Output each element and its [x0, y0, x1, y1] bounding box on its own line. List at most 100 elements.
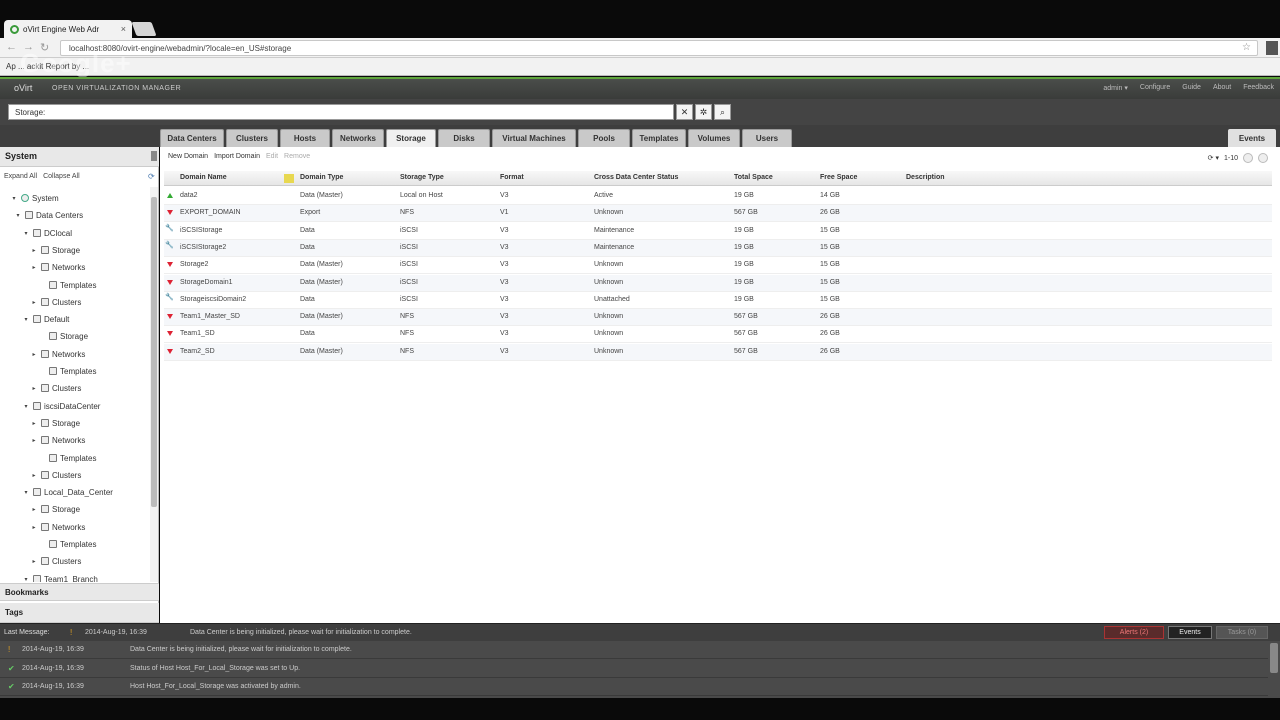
tree-node[interactable]: ▾ DClocal [22, 226, 72, 240]
col-total-space[interactable]: Total Space [734, 174, 773, 181]
tab-users[interactable]: Users [742, 129, 792, 147]
tree-node[interactable]: ▾ Data Centers [14, 208, 83, 222]
tree-arrow-icon[interactable]: ▸ [30, 506, 38, 513]
browser-tab[interactable]: oVirt Engine Web Adr × [4, 20, 132, 38]
tree-arrow-icon[interactable]: ▸ [30, 472, 38, 479]
tab-hosts[interactable]: Hosts [280, 129, 330, 147]
tree-arrow-icon[interactable]: ▸ [30, 264, 38, 271]
refresh-icon[interactable]: ⟳ ▾ [1208, 154, 1219, 162]
tree-node[interactable]: ▸ Networks [30, 520, 85, 534]
star-icon[interactable]: ☆ [1242, 42, 1251, 53]
tree-node[interactable]: Templates [38, 364, 96, 378]
tree-node[interactable]: ▾ Local_Data_Center [22, 485, 112, 499]
event-row[interactable]: ! 2014-Aug-19, 16:39 Data Center is being … [0, 641, 1268, 659]
tree-arrow-icon[interactable]: ▸ [30, 420, 38, 427]
tab-data-centers[interactable]: Data Centers [160, 129, 224, 147]
import-domain-button[interactable]: Import Domain [214, 153, 260, 160]
search-go-icon[interactable]: ⌕ [714, 104, 731, 120]
tab-volumes[interactable]: Volumes [688, 129, 740, 147]
tree-arrow-icon[interactable]: ▸ [30, 351, 38, 358]
tab-disks[interactable]: Disks [438, 129, 490, 147]
tree-arrow-icon[interactable]: ▸ [30, 558, 38, 565]
tree-node[interactable]: ▸ Clusters [30, 468, 81, 482]
col-format[interactable]: Format [500, 174, 524, 181]
tree-node[interactable]: ▸ Clusters [30, 381, 81, 395]
edit-button[interactable]: Edit [266, 153, 278, 160]
tree-node[interactable]: ▸ Clusters [30, 295, 81, 309]
tree-node[interactable]: Templates [38, 537, 96, 551]
table-row[interactable]: StorageDomain1 Data (Master) iSCSI V3 Unknow… [164, 274, 1272, 292]
table-row[interactable]: Team2_SD Data (Master) NFS V3 Unknown 567 GB 2… [164, 343, 1272, 361]
search-input[interactable] [8, 104, 674, 120]
tab-storage[interactable]: Storage [386, 129, 436, 147]
collapse-panel-icon[interactable] [151, 151, 157, 161]
next-page-icon[interactable] [1258, 153, 1268, 163]
tree-node[interactable]: Storage [38, 329, 88, 343]
events-button[interactable]: Events [1168, 626, 1212, 639]
tree-arrow-icon[interactable]: ▸ [30, 247, 38, 254]
col-cross-dc-status[interactable]: Cross Data Center Status [594, 174, 678, 181]
tree-node[interactable]: ▸ Networks [30, 347, 85, 361]
tree-node[interactable]: ▸ Storage [30, 243, 80, 257]
tree-arrow-icon[interactable]: ▾ [22, 576, 30, 583]
url-field[interactable]: localhost:8080/ovirt-engine/webadmin/?lo… [60, 40, 1258, 56]
tree-node[interactable]: ▾ Default [22, 312, 69, 326]
tree-node[interactable]: ▸ Storage [30, 502, 80, 516]
table-row[interactable]: Team1_SD Data NFS V3 Unknown 567 GB 26 GB [164, 326, 1272, 344]
table-row[interactable]: iSCSIStorage2 Data iSCSI V3 Maintenance 19 GB… [164, 239, 1272, 257]
alerts-button[interactable]: Alerts (2) [1104, 626, 1164, 639]
scrollbar-thumb[interactable] [151, 197, 157, 507]
tree-arrow-icon[interactable]: ▸ [30, 524, 38, 531]
configure-link[interactable]: Configure [1140, 84, 1170, 92]
tree-node[interactable]: ▾ System [10, 191, 58, 205]
table-row[interactable]: StorageiscsiDomain2 Data iSCSI V3 Unattached… [164, 292, 1272, 309]
tree-arrow-icon[interactable]: ▸ [30, 385, 38, 392]
col-domain-name[interactable]: Domain Name [180, 174, 227, 181]
col-domain-type[interactable]: Domain Type [300, 174, 343, 181]
events-scrollbar[interactable] [1270, 643, 1278, 673]
tree-arrow-icon[interactable]: ▸ [30, 437, 38, 444]
table-row[interactable]: iSCSIStorage Data iSCSI V3 Maintenance 19 GB 1… [164, 223, 1272, 240]
clear-search-icon[interactable]: ✕ [676, 104, 693, 120]
tree-arrow-icon[interactable]: ▾ [14, 212, 22, 219]
collapse-all-link[interactable]: Collapse All [43, 173, 80, 180]
tree-node[interactable]: ▾ iscsiDataCenter [22, 399, 100, 413]
new-domain-button[interactable]: New Domain [168, 153, 208, 160]
expand-all-link[interactable]: Expand All [4, 173, 37, 180]
event-row[interactable]: ✔ 2014-Aug-19, 16:39 Host Host_For_Local_S… [0, 678, 1268, 696]
bookmark-search-icon[interactable]: ✲ [695, 104, 712, 120]
event-row[interactable]: ✔ 2014-Aug-19, 16:39 Status of Host Host_F… [0, 660, 1268, 678]
col-storage-type[interactable]: Storage Type [400, 174, 444, 181]
bookmarks-section[interactable]: Bookmarks [0, 583, 159, 601]
tree-node[interactable]: Templates [38, 278, 96, 292]
col-free-space[interactable]: Free Space [820, 174, 857, 181]
tasks-button[interactable]: Tasks (0) [1216, 626, 1268, 639]
tree-refresh-icon[interactable]: ⟳ [148, 172, 155, 181]
tab-clusters[interactable]: Clusters [226, 129, 278, 147]
tree-node[interactable]: ▸ Storage [30, 416, 80, 430]
new-tab-button[interactable] [131, 22, 157, 36]
tree-node[interactable]: ▸ Clusters [30, 554, 81, 568]
tags-section[interactable]: Tags [0, 603, 159, 623]
tab-pools[interactable]: Pools [578, 129, 630, 147]
prev-page-icon[interactable] [1243, 153, 1253, 163]
tree-node[interactable]: ▸ Networks [30, 260, 85, 274]
tree-arrow-icon[interactable]: ▸ [30, 299, 38, 306]
tree-node[interactable]: ▾ Team1_Branch [22, 572, 98, 582]
tab-networks[interactable]: Networks [332, 129, 384, 147]
tab-virtual-machines[interactable]: Virtual Machines [492, 129, 576, 147]
remove-button[interactable]: Remove [284, 153, 310, 160]
tree-arrow-icon[interactable]: ▾ [22, 489, 30, 496]
tree-arrow-icon[interactable]: ▾ [22, 230, 30, 237]
col-description[interactable]: Description [906, 174, 945, 181]
tree-arrow-icon[interactable]: ▾ [22, 403, 30, 410]
tree-arrow-icon[interactable]: ▾ [22, 316, 30, 323]
tab-events[interactable]: Events [1228, 129, 1276, 147]
browser-menu-icon[interactable] [1266, 41, 1278, 55]
tree-scrollbar[interactable] [150, 187, 158, 582]
table-row[interactable]: Team1_Master_SD Data (Master) NFS V3 Unknown… [164, 309, 1272, 327]
table-row[interactable]: data2 Data (Master) Local on Host V3 Active 1… [164, 188, 1272, 205]
about-link[interactable]: About [1213, 84, 1231, 92]
user-menu-link[interactable]: admin ▾ [1103, 84, 1128, 92]
feedback-link[interactable]: Feedback [1243, 84, 1274, 92]
